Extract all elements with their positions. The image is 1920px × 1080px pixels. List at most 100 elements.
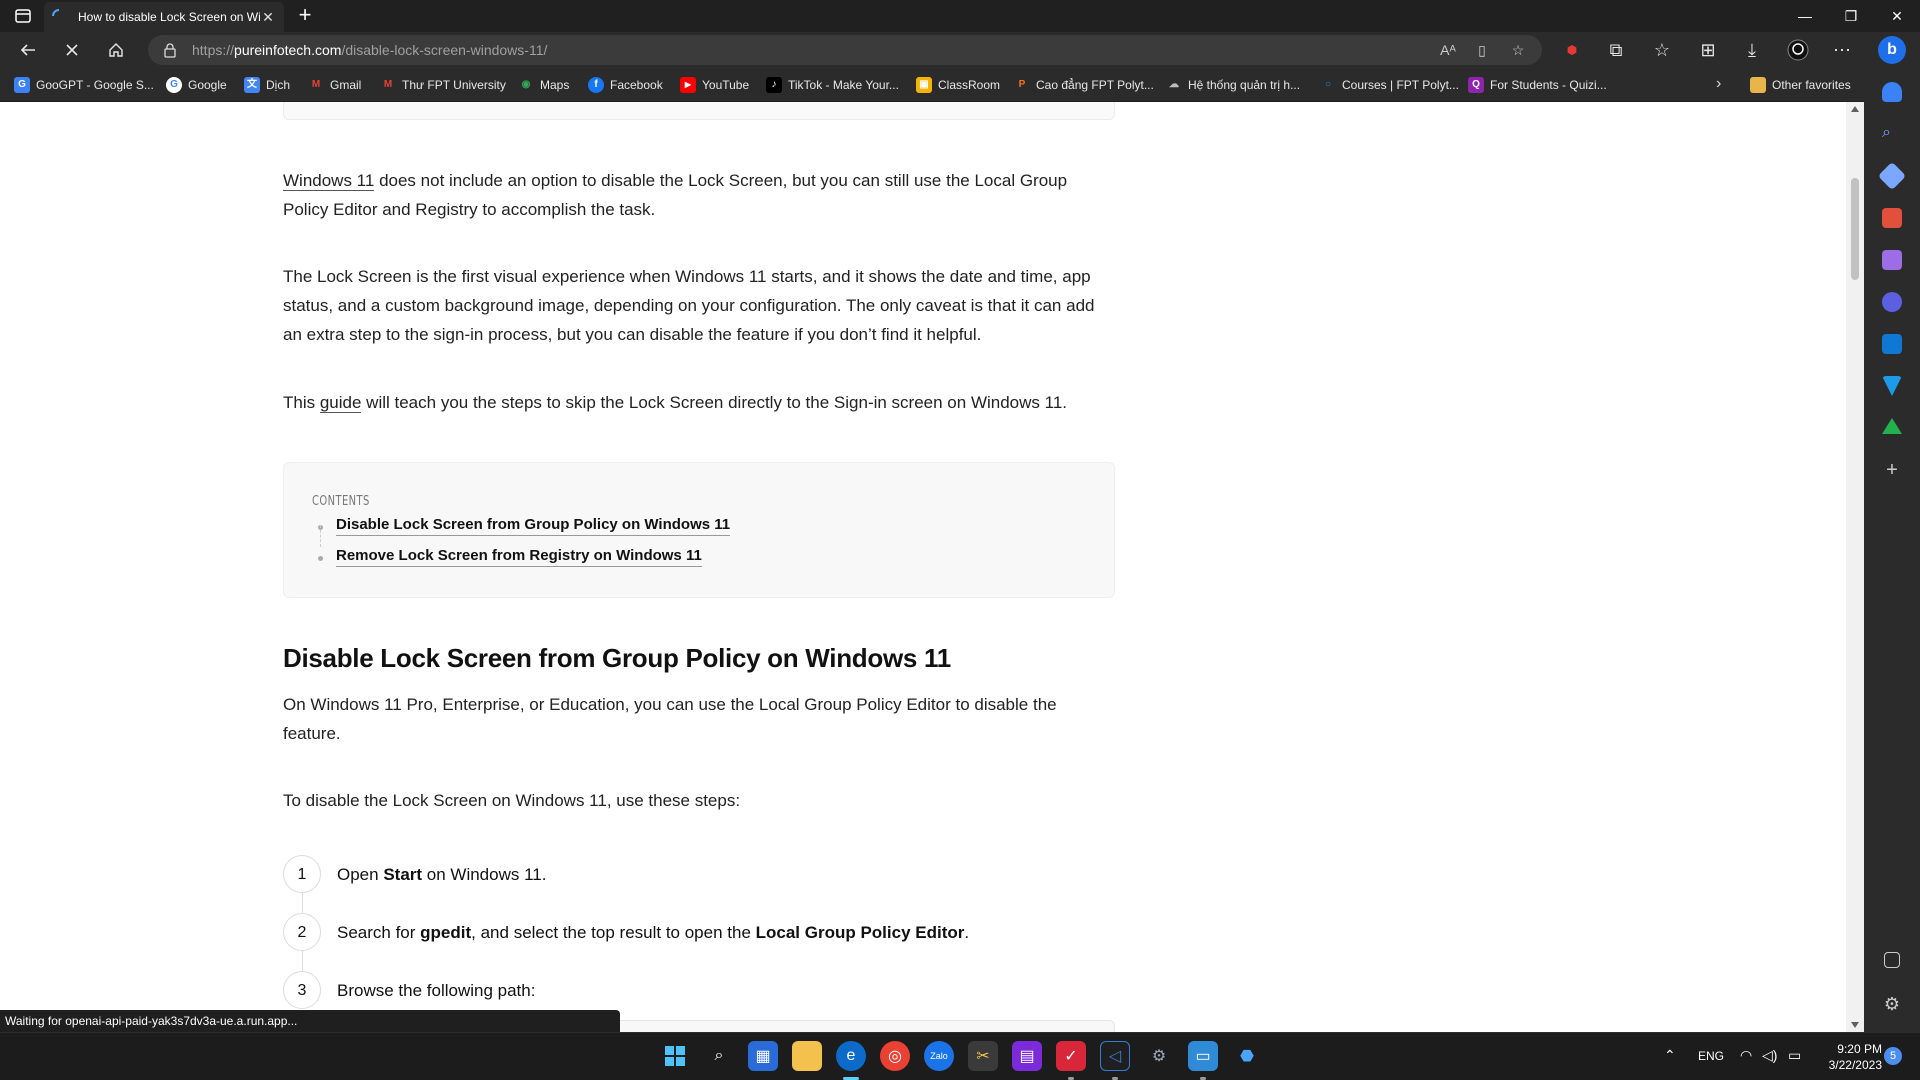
- url-text[interactable]: https://pureinfotech.com/disable-lock-sc…: [192, 42, 547, 58]
- bookmark-item[interactable]: ▶ YouTube: [680, 75, 749, 95]
- home-icon: [109, 43, 123, 57]
- paragraph-5: To disable the Lock Screen on Windows 11…: [283, 791, 741, 810]
- bookmark-item[interactable]: ○ Courses | FPT Polyt...: [1320, 75, 1459, 95]
- bookmark-item[interactable]: ◉ Maps: [518, 75, 569, 95]
- sidebar-search-icon[interactable]: ⌕: [1882, 124, 1902, 144]
- navigation-toolbar: https://pureinfotech.com/disable-lock-sc…: [0, 32, 1920, 68]
- settings-app-icon[interactable]: ⚙: [1144, 1041, 1174, 1071]
- bing-chat-icon[interactable]: b: [1878, 36, 1906, 64]
- url-host: pureinfotech.com: [234, 42, 342, 58]
- input-language[interactable]: ENG: [1698, 1049, 1724, 1063]
- bookmark-item[interactable]: M Gmail: [308, 75, 361, 95]
- add-favorite-icon[interactable]: ☆: [1508, 40, 1528, 60]
- snipping-tool-icon[interactable]: ✂: [968, 1041, 998, 1071]
- notification-badge[interactable]: 5: [1884, 1047, 1902, 1065]
- tree-icon[interactable]: [1882, 418, 1902, 434]
- add-sidebar-app-icon[interactable]: +: [1882, 460, 1902, 480]
- wifi-icon[interactable]: ◠: [1740, 1047, 1752, 1064]
- favorites-icon[interactable]: ☆: [1648, 36, 1676, 64]
- page-scrollbar[interactable]: [1846, 102, 1864, 1032]
- close-window-button[interactable]: ✕: [1874, 0, 1920, 32]
- downloads-icon[interactable]: ⤓: [1738, 36, 1766, 64]
- previous-box: [283, 102, 1115, 120]
- tab-active[interactable]: How to disable Lock Screen on Windows 11…: [44, 2, 284, 32]
- home-button[interactable]: [102, 36, 130, 64]
- tools-icon[interactable]: [1882, 208, 1902, 228]
- bookmark-item[interactable]: P Cao đẳng FPT Polyt...: [1014, 75, 1154, 95]
- bookmark-item[interactable]: 文 Dịch: [244, 75, 290, 95]
- games-icon[interactable]: [1882, 250, 1902, 270]
- scrollbar-thumb[interactable]: [1851, 178, 1859, 280]
- bookmark-item[interactable]: G GooGPT - Google S...: [14, 75, 154, 95]
- zalo-icon[interactable]: Zalo: [924, 1041, 954, 1071]
- edge-icon[interactable]: e: [836, 1041, 866, 1071]
- windows-11-link[interactable]: Windows 11: [283, 171, 375, 191]
- folder-icon: [1750, 77, 1766, 93]
- bookmark-label: Thư FPT University: [402, 78, 506, 92]
- read-aloud-icon[interactable]: Aᴬ: [1438, 40, 1458, 60]
- sidebar-settings-gear-icon[interactable]: ⚙: [1882, 994, 1902, 1014]
- bookmark-label: Courses | FPT Polyt...: [1342, 78, 1459, 92]
- bookmark-item[interactable]: Q For Students - Quizi...: [1468, 75, 1607, 95]
- tab-bar: How to disable Lock Screen on Windows 11…: [0, 0, 1920, 32]
- stop-loading-button[interactable]: [58, 36, 86, 64]
- hide-sidebar-icon[interactable]: [1884, 952, 1900, 968]
- lock-icon[interactable]: [162, 42, 178, 58]
- bookmark-label: ClassRoom: [938, 78, 1001, 92]
- start-button[interactable]: [660, 1041, 690, 1071]
- remote-desktop-icon[interactable]: ▭: [1188, 1041, 1218, 1071]
- toc-label: CONTENTS: [312, 494, 370, 509]
- settings-more-icon[interactable]: ⋯: [1828, 36, 1856, 64]
- file-explorer-icon[interactable]: [792, 1041, 822, 1071]
- minimize-button[interactable]: —: [1782, 0, 1828, 32]
- windows-taskbar: ⌕ ▦ e ◎ Zalo ✂ ▤ ✓ ◁ ⚙ ▭ ⬣ ⌃ ENG ◠ ◁) ▭ …: [0, 1032, 1920, 1080]
- drop-icon[interactable]: [1882, 376, 1902, 396]
- system-clock[interactable]: 9:20 PM 3/22/2023: [1818, 1041, 1882, 1073]
- bookmark-item[interactable]: ☁ Hệ thống quản trị h...: [1166, 75, 1300, 95]
- battery-icon[interactable]: ▭: [1788, 1047, 1801, 1064]
- tab-close-icon[interactable]: ✕: [260, 9, 276, 26]
- bookmark-item[interactable]: ▣ ClassRoom: [916, 75, 1000, 95]
- step-1: 1 Open Start on Windows 11.: [283, 854, 546, 894]
- outlook-icon[interactable]: [1882, 334, 1902, 354]
- chrome-icon[interactable]: ◎: [880, 1041, 910, 1071]
- shopping-tag-icon[interactable]: [1877, 161, 1907, 191]
- section-heading: Disable Lock Screen from Group Policy on…: [283, 643, 951, 673]
- new-tab-button[interactable]: +: [292, 4, 318, 28]
- other-favorites-folder[interactable]: Other favorites: [1750, 75, 1851, 95]
- guide-link[interactable]: guide: [319, 393, 362, 413]
- ublock-extension-icon[interactable]: ⬢: [1558, 36, 1586, 64]
- restore-button[interactable]: ❐: [1828, 0, 1874, 32]
- bookmark-label: For Students - Quizi...: [1490, 78, 1607, 92]
- collections-icon[interactable]: ⊞: [1694, 36, 1722, 64]
- ide-icon[interactable]: ▤: [1012, 1041, 1042, 1071]
- extensions-icon[interactable]: ⧉: [1602, 36, 1630, 64]
- taskbar-search-icon[interactable]: ⌕: [704, 1041, 734, 1071]
- pocket-icon[interactable]: ✓: [1056, 1041, 1086, 1071]
- immersive-reader-icon[interactable]: ▯: [1472, 40, 1492, 60]
- bookmark-label: Cao đẳng FPT Polyt...: [1036, 78, 1154, 92]
- step-connector: [302, 892, 303, 914]
- scroll-up-arrow-icon[interactable]: [1851, 106, 1859, 112]
- notifications-bell-icon[interactable]: [1882, 82, 1902, 102]
- address-bar[interactable]: https://pureinfotech.com/disable-lock-sc…: [148, 35, 1542, 65]
- bookmark-item[interactable]: G Google: [166, 75, 227, 95]
- tab-actions-button[interactable]: [12, 6, 34, 26]
- scroll-down-arrow-icon[interactable]: [1851, 1022, 1859, 1028]
- bookmark-item[interactable]: ♪ TikTok - Make Your...: [766, 75, 899, 95]
- github-extension-icon[interactable]: [1784, 36, 1812, 64]
- quizizz-icon: Q: [1468, 77, 1484, 93]
- bookmark-item[interactable]: M Thư FPT University: [380, 75, 506, 95]
- toc-bullet: [318, 556, 323, 561]
- tray-overflow-chevron-icon[interactable]: ⌃: [1664, 1047, 1676, 1064]
- volume-icon[interactable]: ◁): [1762, 1047, 1777, 1064]
- toc-item-group-policy[interactable]: Disable Lock Screen from Group Policy on…: [336, 515, 731, 536]
- more-favorites-chevron-icon[interactable]: ›: [1716, 75, 1721, 93]
- bookmark-item[interactable]: f Facebook: [588, 75, 663, 95]
- store-icon[interactable]: ▦: [748, 1041, 778, 1071]
- teams-icon[interactable]: ⬣: [1232, 1041, 1262, 1071]
- toc-item-registry[interactable]: Remove Lock Screen from Registry on Wind…: [336, 546, 702, 567]
- vs-code-icon[interactable]: ◁: [1100, 1041, 1130, 1071]
- microsoft365-icon[interactable]: [1882, 292, 1902, 312]
- back-button[interactable]: [14, 36, 42, 64]
